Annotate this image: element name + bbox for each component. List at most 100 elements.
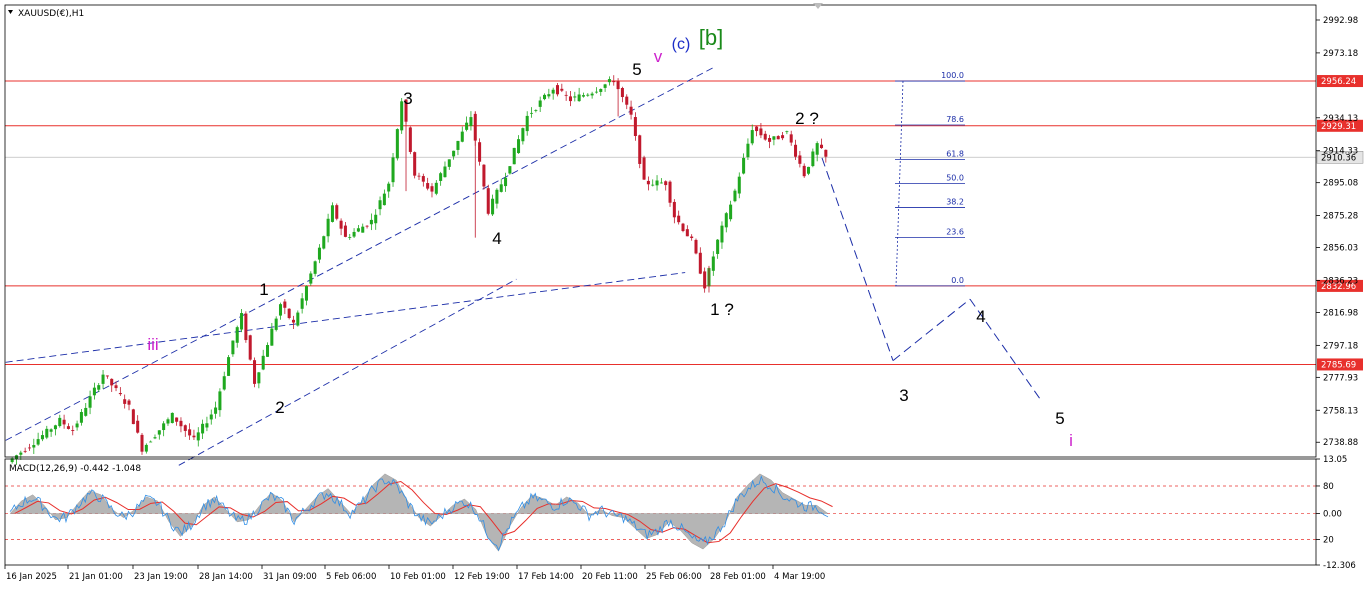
candle-body — [266, 345, 270, 357]
candle-body — [278, 304, 283, 316]
candle-body — [365, 225, 369, 227]
candle-body — [517, 139, 521, 154]
x-tick-label: 4 Mar 19:00 — [774, 572, 825, 582]
candle-body — [58, 417, 62, 427]
wave-1q-label: 1 ? — [710, 300, 734, 319]
candle-body — [326, 218, 330, 237]
candle-body — [824, 149, 828, 157]
candle-body — [456, 140, 460, 150]
candle-body — [504, 177, 508, 187]
candle-body — [733, 190, 737, 202]
chart-background — [0, 0, 1366, 588]
candle-body — [746, 143, 750, 158]
candle-body — [105, 375, 109, 377]
candle-body — [330, 205, 334, 222]
fib-level-label: 0.0 — [951, 276, 964, 285]
wave-2q-label: 2 ? — [795, 109, 819, 128]
x-tick-label: 5 Feb 06:00 — [326, 572, 376, 582]
candle-body — [343, 225, 347, 237]
candle-body — [222, 376, 226, 390]
candle-body — [659, 182, 663, 184]
macd-y-tick-label: 80 — [1323, 482, 1334, 492]
candle-body — [114, 385, 118, 389]
candle-body — [352, 231, 356, 237]
candle-body — [296, 312, 300, 326]
level-price-label: 2956.24 — [1321, 77, 1356, 87]
level-price-label: 2785.69 — [1321, 360, 1356, 370]
candle-body — [356, 228, 360, 232]
candle-body — [681, 223, 685, 232]
candle-body — [313, 261, 317, 274]
candle-body — [317, 247, 321, 260]
wave-2-label: 2 — [275, 398, 284, 417]
y-tick-label: 2836.23 — [1323, 276, 1358, 286]
candle-body — [23, 450, 27, 452]
candle-body — [304, 286, 308, 301]
candle-body — [789, 134, 793, 143]
candle-body — [750, 130, 754, 144]
candle-body — [19, 452, 23, 455]
candle-body — [391, 157, 395, 183]
candle-body — [512, 147, 516, 165]
candle-body — [439, 173, 443, 181]
candle-body — [798, 155, 802, 164]
candle-body — [586, 94, 590, 96]
candle-body — [136, 420, 140, 433]
y-tick-label: 2758.13 — [1323, 406, 1358, 416]
y-tick-label: 2738.88 — [1323, 438, 1358, 448]
wave-5-label: 5 — [632, 60, 641, 79]
wave-1-label: 1 — [259, 280, 268, 299]
candle-body — [802, 165, 806, 177]
candle-body — [395, 129, 399, 159]
candle-body — [240, 313, 244, 330]
x-tick-label: 20 Feb 11:00 — [582, 572, 638, 582]
candle-body — [768, 138, 772, 142]
macd-y-tick-label: 20 — [1323, 535, 1334, 545]
candle-body — [413, 152, 417, 176]
candle-body — [231, 340, 235, 355]
candle-body — [235, 327, 239, 343]
candle-body — [382, 193, 386, 206]
candle-body — [486, 188, 490, 214]
x-tick-label: 10 Feb 01:00 — [390, 572, 446, 582]
y-tick-label: 2992.98 — [1323, 16, 1358, 26]
candle-body — [79, 412, 83, 423]
candle-body — [300, 298, 304, 309]
candle-body — [144, 444, 148, 452]
candle-body — [201, 423, 205, 434]
candle-body — [508, 166, 512, 174]
candle-body — [183, 425, 187, 431]
candle-body — [664, 181, 668, 186]
candle-body — [703, 271, 707, 289]
candle-body — [716, 239, 720, 254]
candle-body — [192, 435, 196, 438]
candle-body — [638, 135, 642, 164]
candle-body — [170, 412, 174, 424]
candle-body — [378, 200, 382, 210]
candle-body — [720, 225, 724, 243]
x-tick-label: 12 Feb 19:00 — [454, 572, 510, 582]
candle-body — [287, 308, 291, 318]
candle-body — [75, 423, 79, 428]
candle-body — [551, 89, 555, 94]
candle-body — [525, 115, 529, 132]
candle-body — [149, 441, 153, 443]
price-chart[interactable]: 2956.242929.312832.962785.692910.36 100.… — [0, 0, 1366, 588]
candle-body — [482, 164, 486, 187]
x-tick-label: 23 Jan 19:00 — [134, 572, 188, 582]
candle-body — [724, 213, 728, 228]
candle-body — [568, 96, 572, 102]
candle-body — [542, 94, 547, 100]
candle-body — [426, 183, 430, 189]
candle-body — [815, 143, 819, 155]
candle-body — [118, 393, 122, 395]
candle-body — [205, 423, 209, 428]
fib-level-label: 23.6 — [946, 227, 964, 236]
y-tick-label: 2934.13 — [1323, 114, 1358, 124]
x-tick-label: 28 Feb 01:00 — [710, 572, 766, 582]
y-tick-label: 2816.98 — [1323, 308, 1358, 318]
candle-body — [685, 229, 689, 237]
candle-body — [36, 439, 40, 445]
candle-body — [607, 79, 611, 83]
chart-window: 2956.24 2929.31 2832.96 2785.69 2910.36 100.… — [0, 0, 1366, 588]
